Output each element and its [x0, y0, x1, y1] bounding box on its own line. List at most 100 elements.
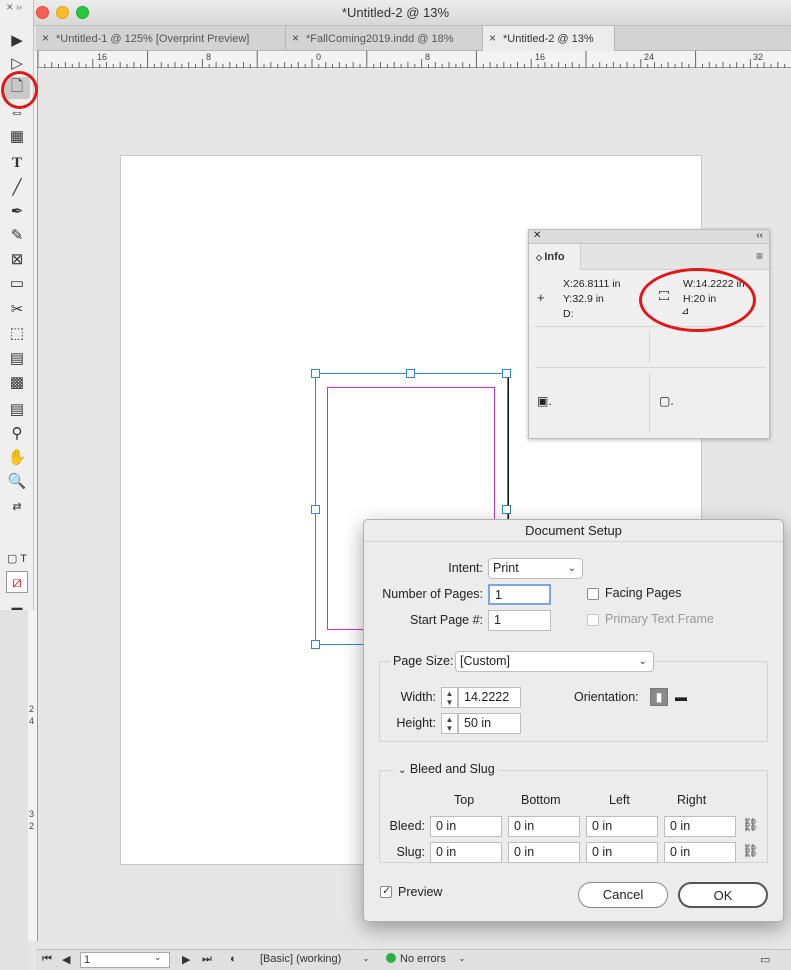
cancel-button[interactable]: Cancel — [578, 882, 668, 908]
content-collector-tool-icon[interactable]: ▦ — [4, 125, 30, 147]
resize-handle[interactable] — [311, 640, 320, 649]
column-top: Top — [454, 793, 475, 807]
resize-handle[interactable] — [311, 505, 320, 514]
facing-pages-label: Facing Pages — [605, 586, 682, 600]
swap-fill-stroke-icon[interactable]: ⇄ — [4, 495, 30, 517]
collapse-panel-icon[interactable]: ✕ ›› — [6, 2, 22, 13]
bleed-top-field[interactable]: 0 in — [430, 816, 502, 837]
collapse-panel-icon[interactable]: ‹‹ — [756, 230, 763, 241]
scissors-tool-icon[interactable]: ✂ — [4, 298, 30, 320]
orientation-label: Orientation: — [574, 690, 639, 704]
eyedropper-tool-icon[interactable]: ⚲ — [4, 422, 30, 444]
stroke-none-icon[interactable]: ⧄ — [6, 571, 28, 593]
chevron-down-icon[interactable]: ⌄ — [362, 953, 370, 964]
column-right: Right — [677, 793, 707, 807]
close-panel-icon[interactable]: ✕ — [533, 230, 541, 241]
chain-link-icon[interactable]: ⛓ — [742, 843, 759, 859]
column-left: Left — [609, 793, 630, 807]
slug-top-field[interactable]: 0 in — [430, 842, 502, 863]
gradient-swatch-tool-icon[interactable]: ▤ — [4, 347, 30, 369]
rectangle-frame-tool-icon[interactable]: ⊠ — [4, 248, 30, 270]
facing-pages-checkbox[interactable] — [587, 588, 599, 600]
number-of-pages-field[interactable]: 1 — [488, 584, 551, 605]
bleed-right-field[interactable]: 0 in — [664, 816, 736, 837]
resize-handle[interactable] — [311, 369, 320, 378]
split-view-icon[interactable]: ▭ — [760, 953, 770, 966]
type-tool-icon[interactable]: T — [4, 152, 30, 174]
dialog-title: Document Setup — [364, 520, 783, 542]
tab-untitled-1[interactable]: × *Untitled-1 @ 125% [Overprint Preview] — [36, 26, 286, 51]
slug-label: Slug: — [396, 845, 426, 859]
height-field[interactable]: 50 in — [458, 713, 521, 734]
next-page-icon[interactable]: ▶ — [182, 953, 190, 966]
pen-tool-icon[interactable]: ✒ — [4, 200, 30, 222]
selection-tool-icon[interactable]: ▶ — [4, 29, 30, 51]
chevron-down-icon[interactable]: ⌄ — [458, 953, 466, 964]
info-x: X:26.8111 in — [563, 278, 621, 290]
tab-fallcoming2019[interactable]: × *FallComing2019.indd @ 18% — [286, 26, 483, 51]
ruler-ticks — [37, 51, 786, 68]
preflight-status[interactable]: No errors — [386, 953, 446, 965]
start-page-field[interactable]: 1 — [488, 610, 551, 631]
pencil-tool-icon[interactable]: ✎ — [4, 224, 30, 246]
free-transform-tool-icon[interactable]: ⬚ — [4, 322, 30, 344]
bleed-left-field[interactable]: 0 in — [586, 816, 658, 837]
close-tab-icon[interactable]: × — [292, 26, 306, 50]
portrait-orientation-icon[interactable]: ▮ — [650, 688, 668, 706]
chevron-down-icon[interactable]: ⌄ — [154, 952, 162, 963]
previous-page-icon[interactable]: ◀ — [62, 953, 70, 966]
note-tool-icon[interactable]: ▤ — [4, 398, 30, 420]
document-status-icon[interactable]: ◐ — [230, 953, 237, 965]
slug-right-field[interactable]: 0 in — [664, 842, 736, 863]
chain-link-icon[interactable]: ⛓ — [742, 817, 759, 833]
info-panel-header: ✕ ‹‹ — [529, 230, 769, 244]
close-tab-icon[interactable]: × — [489, 26, 503, 50]
last-page-icon[interactable]: ⏭ — [202, 953, 212, 966]
horizontal-ruler[interactable]: 16 8 0 8 16 24 32 — [36, 51, 791, 68]
primary-text-frame-checkbox — [587, 614, 599, 626]
ok-button[interactable]: OK — [678, 882, 768, 908]
preview-checkbox[interactable] — [380, 884, 392, 898]
rectangle-tool-icon[interactable]: ▭ — [4, 272, 30, 294]
bleed-and-slug-toggle[interactable]: ⌄ Bleed and Slug — [394, 762, 499, 776]
bleed-label: Bleed: — [389, 819, 425, 833]
tab-untitled-2[interactable]: × *Untitled-2 @ 13% — [483, 26, 615, 51]
landscape-orientation-icon[interactable]: ▬ — [672, 688, 690, 706]
document-tab-bar: × *Untitled-1 @ 125% [Overprint Preview] … — [36, 26, 791, 51]
working-space-label: [Basic] (working) — [260, 953, 342, 965]
status-bar: ⏮ ◀ 1 ⌄ ▶ ⏭ ◐ [Basic] (working) ⌄ No err… — [36, 949, 791, 970]
line-tool-icon[interactable]: ╱ — [4, 176, 30, 198]
page-size-label: Page Size: — [390, 654, 457, 668]
panel-menu-icon[interactable]: ≡ — [756, 249, 763, 263]
close-tab-icon[interactable]: × — [42, 26, 56, 50]
first-page-icon[interactable]: ⏮ — [42, 953, 52, 966]
zoom-tool-icon[interactable]: 🔍 — [4, 470, 30, 492]
width-label: Width: — [400, 690, 436, 704]
page-size-select[interactable]: [Custom] ⌄ — [455, 651, 654, 672]
primary-text-frame-label: Primary Text Frame — [605, 612, 714, 626]
ruler-label: 4 — [29, 716, 35, 726]
intent-select[interactable]: Print ⌄ — [488, 558, 583, 579]
ruler-label: 24 — [644, 52, 655, 62]
info-panel: ✕ ‹‹ ◇ Info ≡ + X:26.8111 in Y:32.9 in D… — [528, 229, 770, 439]
hand-tool-icon[interactable]: ✋ — [4, 446, 30, 468]
resize-handle[interactable] — [502, 505, 511, 514]
formatting-affects-container-icon[interactable]: ▢ T — [4, 547, 30, 569]
width-stepper[interactable]: ▲ ▼ — [441, 687, 458, 708]
slug-bottom-field[interactable]: 0 in — [508, 842, 580, 863]
bleed-bottom-field[interactable]: 0 in — [508, 816, 580, 837]
ruler-label: 3 — [29, 809, 35, 819]
resize-handle[interactable] — [502, 369, 511, 378]
chevron-down-icon: ⌄ — [567, 563, 576, 574]
info-tab-row: ◇ Info ≡ — [529, 244, 769, 270]
height-stepper[interactable]: ▲ ▼ — [441, 713, 458, 734]
slug-left-field[interactable]: 0 in — [586, 842, 658, 863]
gradient-feather-tool-icon[interactable]: ▩ — [4, 371, 30, 393]
ruler-label: 8 — [206, 52, 212, 62]
divider — [649, 330, 650, 362]
width-field[interactable]: 14.2222 — [458, 687, 521, 708]
ruler-label: 8 — [425, 52, 431, 62]
tab-info[interactable]: ◇ Info — [529, 244, 581, 270]
crosshair-icon: + — [537, 290, 545, 305]
resize-handle[interactable] — [406, 369, 415, 378]
